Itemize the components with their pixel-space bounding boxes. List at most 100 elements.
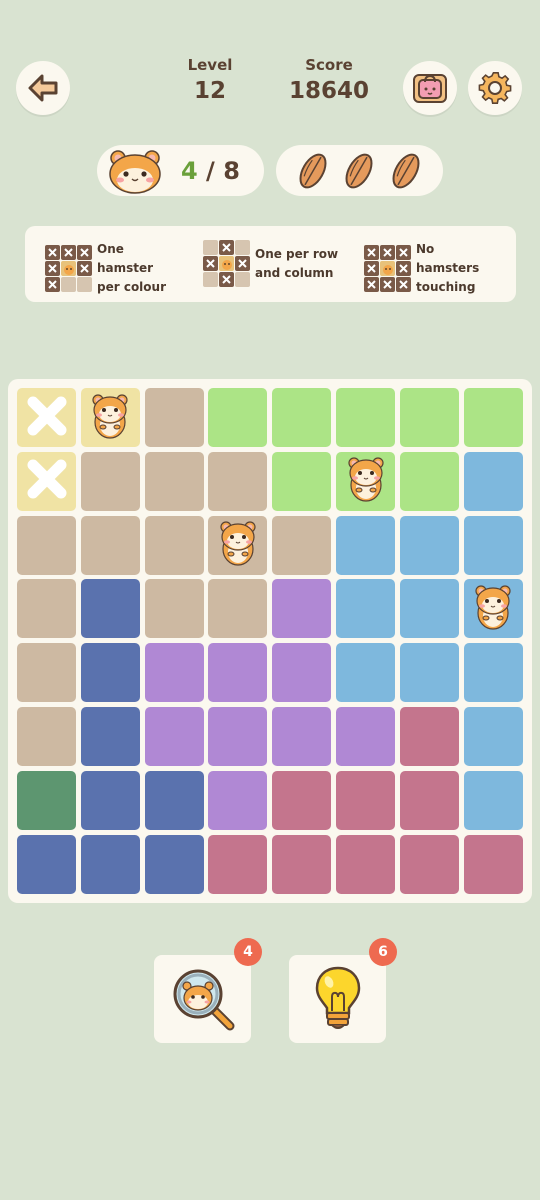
- rule-text-line2: per colour: [97, 280, 166, 294]
- board-cell[interactable]: [144, 579, 204, 639]
- board-cell[interactable]: [463, 643, 523, 703]
- board-cell[interactable]: [17, 834, 76, 894]
- board-cell[interactable]: [272, 643, 332, 703]
- board-cell[interactable]: [208, 643, 268, 703]
- board-cell[interactable]: [463, 770, 523, 830]
- hamster-icon: [88, 391, 132, 445]
- board-cell[interactable]: [272, 451, 332, 511]
- board-cell[interactable]: [208, 451, 268, 511]
- hamster-magnifier-icon: [173, 969, 234, 1031]
- hamster-icon: [216, 518, 260, 572]
- board-cell[interactable]: [399, 451, 459, 511]
- board-cell[interactable]: [336, 707, 395, 766]
- board-cell[interactable]: [336, 770, 395, 830]
- board-cell[interactable]: [144, 451, 204, 511]
- board-cell[interactable]: [336, 388, 395, 447]
- rule-text-line1: One per row: [255, 246, 339, 261]
- board-cell[interactable]: [17, 707, 76, 766]
- board-cell[interactable]: [336, 579, 395, 639]
- hamsters-total: 8: [223, 157, 240, 185]
- board-cell[interactable]: [272, 707, 332, 766]
- board-cell[interactable]: [80, 707, 140, 766]
- settings-button[interactable]: [468, 61, 522, 115]
- x-mark-icon: [24, 393, 70, 443]
- score-display: Score 18640: [279, 56, 379, 104]
- board-cell[interactable]: [272, 515, 332, 575]
- magnifier-powerup-button[interactable]: 4: [154, 938, 262, 1043]
- board-cell[interactable]: [399, 707, 459, 766]
- board-cell[interactable]: [208, 770, 268, 830]
- rule-text-line2: and column: [255, 265, 334, 280]
- rule-colour-diagram: [45, 245, 92, 292]
- game-screen: Level 12 Score 18640 4 / 8 One hamster p…: [0, 0, 540, 1200]
- board-cell[interactable]: [80, 834, 140, 894]
- board-cell[interactable]: [463, 834, 523, 894]
- board-cell[interactable]: [208, 388, 268, 447]
- board-cell[interactable]: [144, 770, 204, 830]
- board-cell[interactable]: [399, 388, 459, 447]
- rules-panel: One hamster per colour One per row and c…: [25, 226, 516, 302]
- board-cell[interactable]: [80, 515, 140, 575]
- rule-one-per-row-column: One per row and column: [203, 240, 339, 287]
- board-cell[interactable]: [399, 515, 459, 575]
- board-cell[interactable]: [336, 515, 395, 575]
- hint-powerup-button[interactable]: 6: [289, 938, 397, 1043]
- board-cell[interactable]: [144, 388, 204, 447]
- shop-button[interactable]: [403, 61, 457, 115]
- board-cell[interactable]: [463, 707, 523, 766]
- x-mark-icon: [24, 456, 70, 506]
- board-cell[interactable]: [399, 643, 459, 703]
- board-cell[interactable]: [80, 451, 140, 511]
- hamster-icon: [471, 582, 515, 636]
- board-cell[interactable]: [208, 707, 268, 766]
- board-cell[interactable]: [144, 707, 204, 766]
- board-cell[interactable]: [208, 834, 268, 894]
- seeds-remaining: [276, 145, 443, 196]
- rule-one-per-colour: One hamster per colour: [45, 240, 181, 297]
- board-cell[interactable]: [17, 451, 76, 511]
- board-cell[interactable]: [17, 579, 76, 639]
- board-cell[interactable]: [399, 770, 459, 830]
- board-cell[interactable]: [208, 579, 268, 639]
- board-cell[interactable]: [463, 579, 523, 639]
- hamster-face-icon: [105, 147, 165, 199]
- board-cell[interactable]: [336, 643, 395, 703]
- board-cell[interactable]: [463, 451, 523, 511]
- gear-icon: [478, 72, 512, 104]
- board-cell[interactable]: [272, 770, 332, 830]
- sunflower-seed-icon: [345, 153, 373, 188]
- puzzle-board: [8, 379, 532, 903]
- board-cell[interactable]: [336, 451, 395, 511]
- magnifier-count-badge: 4: [234, 938, 262, 966]
- score-label: Score: [305, 56, 353, 74]
- board-cell[interactable]: [17, 515, 76, 575]
- progress-count: 4 / 8: [181, 157, 240, 185]
- board-cell[interactable]: [144, 834, 204, 894]
- board-cell[interactable]: [463, 388, 523, 447]
- board-cell[interactable]: [399, 579, 459, 639]
- back-arrow-icon: [28, 74, 58, 102]
- board-cell[interactable]: [463, 515, 523, 575]
- board-cell[interactable]: [272, 834, 332, 894]
- board-cell[interactable]: [336, 834, 395, 894]
- board-cell[interactable]: [17, 643, 76, 703]
- back-button[interactable]: [16, 61, 70, 115]
- board-cell[interactable]: [80, 643, 140, 703]
- board-cell[interactable]: [272, 579, 332, 639]
- board-cell[interactable]: [144, 643, 204, 703]
- rule-no-touching: No hamsters touching: [364, 240, 500, 297]
- board-cell[interactable]: [80, 770, 140, 830]
- board-cell[interactable]: [208, 515, 268, 575]
- board-cell[interactable]: [80, 579, 140, 639]
- hamster-icon: [344, 454, 388, 508]
- board-cell[interactable]: [144, 515, 204, 575]
- board-cell[interactable]: [17, 388, 76, 447]
- board-cell[interactable]: [399, 834, 459, 894]
- shop-bag-icon: [413, 74, 447, 103]
- hamsters-found: 4: [181, 157, 198, 185]
- board-cell[interactable]: [272, 388, 332, 447]
- board-cell[interactable]: [80, 388, 140, 447]
- score-value: 18640: [288, 78, 370, 104]
- board-cell[interactable]: [17, 770, 76, 830]
- sunflower-seed-icon: [392, 153, 420, 188]
